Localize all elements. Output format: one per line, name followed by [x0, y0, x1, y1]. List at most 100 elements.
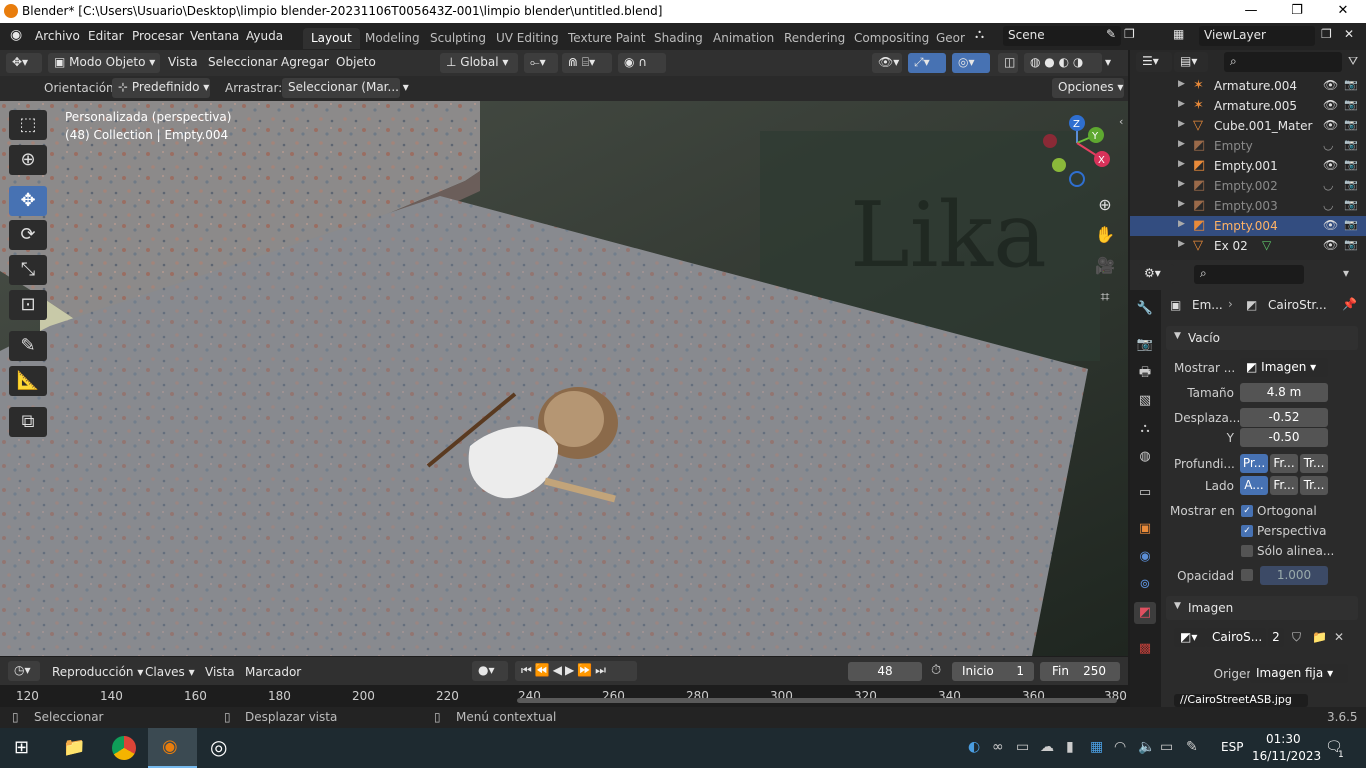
- outliner-editor-type-button[interactable]: ☰▾: [1136, 52, 1172, 72]
- render-camera-icon[interactable]: 📷: [1344, 198, 1358, 211]
- orthographic-checkbox[interactable]: ✓: [1241, 505, 1253, 517]
- gizmo-toggle-button[interactable]: ⤢▾: [908, 53, 946, 73]
- new-view-layer-icon[interactable]: ❐: [1321, 27, 1332, 41]
- rotate-tool[interactable]: ⟳: [9, 220, 47, 250]
- chrome-icon[interactable]: [112, 736, 136, 760]
- view-layer-field[interactable]: ViewLayer: [1199, 26, 1315, 46]
- end-frame-field[interactable]: Fin 250: [1040, 662, 1120, 681]
- eye-icon[interactable]: 👁: [1323, 98, 1338, 112]
- tab-shading[interactable]: Shading: [646, 28, 711, 49]
- tab-animation[interactable]: Animation: [705, 28, 782, 49]
- perspective-checkbox[interactable]: ✓: [1241, 525, 1253, 537]
- monitor-tray-icon[interactable]: ▭: [1016, 739, 1029, 755]
- menu-procesar[interactable]: Procesar: [132, 29, 184, 43]
- fake-user-shield-icon[interactable]: ⛉: [1292, 630, 1301, 645]
- render-tab-icon[interactable]: 📷: [1134, 334, 1156, 356]
- render-camera-icon[interactable]: 📷: [1344, 158, 1358, 171]
- volume-icon[interactable]: 🔈: [1138, 739, 1155, 755]
- object-data-image-tab-icon[interactable]: ◩: [1134, 602, 1156, 624]
- drag-selector[interactable]: Seleccionar (Mar... ▾: [282, 78, 409, 98]
- measure-tool[interactable]: 📐: [9, 366, 47, 396]
- display-mode-button[interactable]: ▤▾: [1174, 52, 1208, 72]
- opacity-field[interactable]: 1.000: [1260, 566, 1328, 585]
- outliner-row-ex-02[interactable]: ▶ ▽ Ex 02 ▽ 👁 📷: [1130, 236, 1366, 256]
- gizmo-neg-y-axis[interactable]: [1052, 158, 1066, 172]
- tab-rendering[interactable]: Rendering: [776, 28, 853, 49]
- start-frame-field[interactable]: Inicio 1: [952, 662, 1034, 681]
- tab-compositing[interactable]: Compositing: [846, 28, 937, 49]
- menu-timeline-vista[interactable]: Vista: [205, 665, 235, 679]
- options-button[interactable]: Opciones ▾: [1052, 78, 1124, 98]
- eye-icon[interactable]: 👁: [1323, 78, 1338, 92]
- menu-claves[interactable]: Claves ▾: [145, 665, 195, 679]
- menu-objeto[interactable]: Objeto: [336, 55, 376, 69]
- outliner-row-empty-002[interactable]: ▶ ◩ Empty.002 ◡ 📷: [1130, 176, 1366, 196]
- pen-tray-icon[interactable]: ✎: [1186, 739, 1198, 755]
- image-browse-button[interactable]: ◩▾: [1174, 628, 1206, 647]
- side-option-back[interactable]: Tr...: [1300, 476, 1328, 495]
- tab-modeling[interactable]: Modeling: [357, 28, 428, 49]
- depth-option-front[interactable]: Fr...: [1270, 454, 1298, 473]
- add-cube-tool[interactable]: ⧉: [9, 407, 47, 437]
- overlays-toggle-button[interactable]: ◎▾: [952, 53, 990, 73]
- offset-y-field[interactable]: -0.50: [1240, 428, 1328, 447]
- keying-button[interactable]: ●▾: [472, 661, 508, 681]
- sidebar-toggle-icon[interactable]: ‹: [1119, 115, 1123, 128]
- keyboard-tray-icon[interactable]: ▦: [1090, 739, 1103, 755]
- select-box-tool[interactable]: ⬚: [9, 110, 47, 140]
- eye-closed-icon[interactable]: ◡: [1323, 138, 1333, 152]
- filepath-field[interactable]: //CairoStreetASB.jpg: [1174, 694, 1308, 707]
- battery-icon[interactable]: ▭: [1160, 739, 1173, 755]
- blender-taskbar-button[interactable]: ◉: [148, 728, 197, 768]
- properties-options-chevron-icon[interactable]: ▾: [1343, 266, 1349, 280]
- navigation-gizmo[interactable]: Z Y X: [1040, 113, 1120, 193]
- outliner-row-armature-005[interactable]: ▶ ✶ Armature.005 👁 📷: [1130, 96, 1366, 116]
- modifier-tab-icon[interactable]: ◉: [1134, 546, 1156, 568]
- timeline-editor-type-button[interactable]: ◷▾: [8, 661, 40, 681]
- clock-time[interactable]: 01:30: [1266, 732, 1301, 746]
- collection-tab-icon[interactable]: ▭: [1134, 482, 1156, 504]
- minimize-button[interactable]: —: [1228, 0, 1274, 23]
- properties-editor-type-button[interactable]: ⚙▾: [1138, 264, 1174, 284]
- world-tab-icon[interactable]: ◍: [1134, 446, 1156, 468]
- render-camera-icon[interactable]: 📷: [1344, 78, 1358, 91]
- xray-toggle-button[interactable]: ◫: [998, 53, 1018, 73]
- gizmo-neg-z-axis[interactable]: [1069, 171, 1085, 187]
- remove-view-layer-icon[interactable]: ✕: [1344, 27, 1354, 41]
- editor-type-button[interactable]: ✥▾: [6, 53, 42, 73]
- unlink-close-icon[interactable]: ✕: [1334, 630, 1344, 644]
- eye-closed-icon[interactable]: ◡: [1323, 178, 1333, 192]
- pin-scene-icon[interactable]: ✎: [1106, 27, 1116, 41]
- expand-arrow-icon[interactable]: ▶: [1178, 99, 1185, 109]
- menu-ventana[interactable]: Ventana: [190, 29, 239, 43]
- outliner-search-input[interactable]: ⌕: [1224, 52, 1342, 72]
- offset-x-field[interactable]: -0.52: [1240, 408, 1328, 427]
- menu-vista[interactable]: Vista: [168, 55, 198, 69]
- side-option-both[interactable]: A...: [1240, 476, 1268, 495]
- eye-icon[interactable]: 👁: [1323, 218, 1338, 232]
- language-indicator[interactable]: ESP: [1221, 740, 1243, 754]
- playback-controls[interactable]: ⏮⏪◀▶⏩⏭: [515, 661, 637, 681]
- expand-arrow-icon[interactable]: ▶: [1178, 239, 1185, 249]
- close-button[interactable]: ✕: [1320, 0, 1366, 23]
- file-explorer-icon[interactable]: 📁: [63, 737, 85, 758]
- usb-tray-icon[interactable]: ▮: [1066, 739, 1074, 755]
- menu-reproduccion[interactable]: Reproducción ▾: [52, 665, 143, 679]
- visibility-button[interactable]: 👁▾: [872, 53, 902, 73]
- perspective-toggle-icon[interactable]: ⌗: [1093, 285, 1117, 309]
- gizmo-neg-x-axis[interactable]: [1043, 134, 1057, 148]
- menu-seleccionar[interactable]: Seleccionar: [208, 55, 277, 69]
- menu-ayuda[interactable]: Ayuda: [246, 29, 283, 43]
- mode-selector[interactable]: ▣ Modo Objeto ▾: [48, 53, 160, 73]
- clock-date[interactable]: 16/11/2023: [1252, 749, 1321, 763]
- menu-agregar[interactable]: Agregar: [281, 55, 329, 69]
- open-folder-icon[interactable]: 📁: [1312, 630, 1327, 644]
- physics-tab-icon[interactable]: ⊚: [1134, 574, 1156, 596]
- depth-option-back[interactable]: Tr...: [1300, 454, 1328, 473]
- move-tool[interactable]: ✥: [9, 186, 47, 216]
- cloud-tray-icon[interactable]: ☁: [1040, 739, 1054, 755]
- orientation-selector[interactable]: ⊹ Predefinido ▾: [112, 78, 210, 98]
- scene-selector-icon[interactable]: ⛬: [975, 27, 984, 42]
- eye-icon[interactable]: 👁: [1323, 238, 1338, 252]
- tool-tab-icon[interactable]: 🔧: [1134, 298, 1156, 320]
